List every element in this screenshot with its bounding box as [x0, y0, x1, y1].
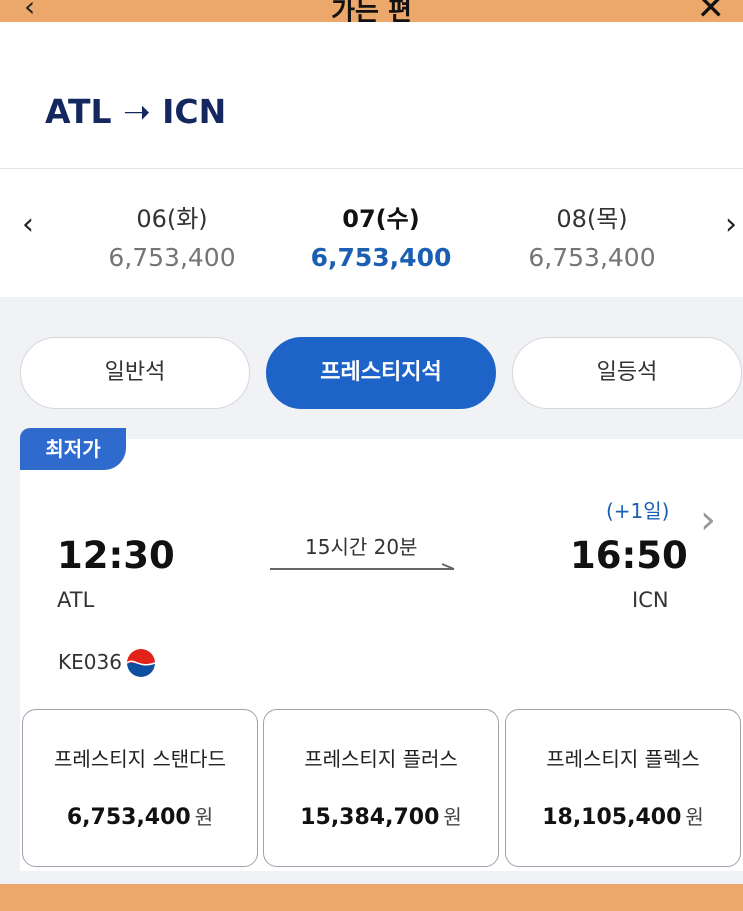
next-date-icon[interactable]: ›	[725, 207, 737, 242]
date-label: 07(수)	[342, 205, 420, 233]
fare-price-row: 6,753,400 원	[23, 801, 257, 830]
date-selector: ‹ 06(화) 6,753,400 07(수) 6,753,400 08(목) …	[0, 169, 743, 297]
fare-price: 6,753,400	[66, 805, 191, 830]
flight-duration: 15시간 20분	[305, 535, 418, 559]
day-offset: (+1일)	[606, 499, 670, 523]
fare-name: 프레스티지 플러스	[304, 747, 458, 771]
fare-flex[interactable]: 프레스티지 플렉스 18,105,400 원	[505, 709, 741, 867]
date-price: 6,753,400	[528, 243, 656, 272]
date-price: 6,753,400	[108, 243, 236, 272]
date-item-08[interactable]: 08(목) 6,753,400	[502, 199, 682, 272]
date-price: 6,753,400	[310, 243, 452, 272]
arrival-time: 16:50	[570, 534, 688, 577]
close-icon[interactable]: ✕	[697, 0, 726, 22]
prev-date-icon[interactable]: ‹	[22, 207, 34, 242]
chevron-right-icon[interactable]: ›	[700, 497, 716, 543]
header-bar: ‹ 가는 편 ✕	[0, 0, 743, 22]
fare-plus[interactable]: 프레스티지 플러스 15,384,700 원	[263, 709, 499, 867]
date-item-06[interactable]: 06(화) 6,753,400	[82, 199, 262, 272]
fare-price: 18,105,400	[542, 805, 682, 830]
fare-name: 프레스티지 스탠다드	[54, 747, 226, 771]
fare-currency: 원	[194, 805, 214, 829]
date-label: 06(화)	[136, 205, 208, 233]
route-label: ATL ➝ ICN	[45, 92, 227, 131]
fare-price-row: 15,384,700 원	[264, 801, 498, 830]
tab-economy[interactable]: 일반석	[20, 337, 250, 409]
fare-standard[interactable]: 프레스티지 스탠다드 6,753,400 원	[22, 709, 258, 867]
tab-first[interactable]: 일등석	[512, 337, 742, 409]
fare-currency: 원	[685, 805, 704, 829]
lowest-price-badge: 최저가	[20, 428, 126, 470]
route-section: ATL ➝ ICN	[0, 22, 743, 169]
flight-number: KE036	[58, 650, 122, 674]
bottom-bar	[0, 884, 743, 911]
page-title: 가는 편	[331, 0, 412, 22]
arrival-airport: ICN	[632, 588, 669, 612]
date-item-07[interactable]: 07(수) 6,753,400	[291, 199, 471, 272]
flight-arrow-icon	[270, 563, 455, 570]
fare-name: 프레스티지 플렉스	[546, 747, 700, 771]
fare-price: 15,384,700	[300, 805, 440, 830]
date-label: 08(목)	[556, 205, 628, 233]
fare-currency: 원	[443, 805, 462, 829]
tab-prestige[interactable]: 프레스티지석	[266, 337, 496, 409]
departure-airport: ATL	[57, 588, 95, 612]
departure-time: 12:30	[57, 534, 175, 577]
korean-air-logo-icon	[126, 649, 156, 677]
fare-price-row: 18,105,400 원	[506, 801, 740, 830]
